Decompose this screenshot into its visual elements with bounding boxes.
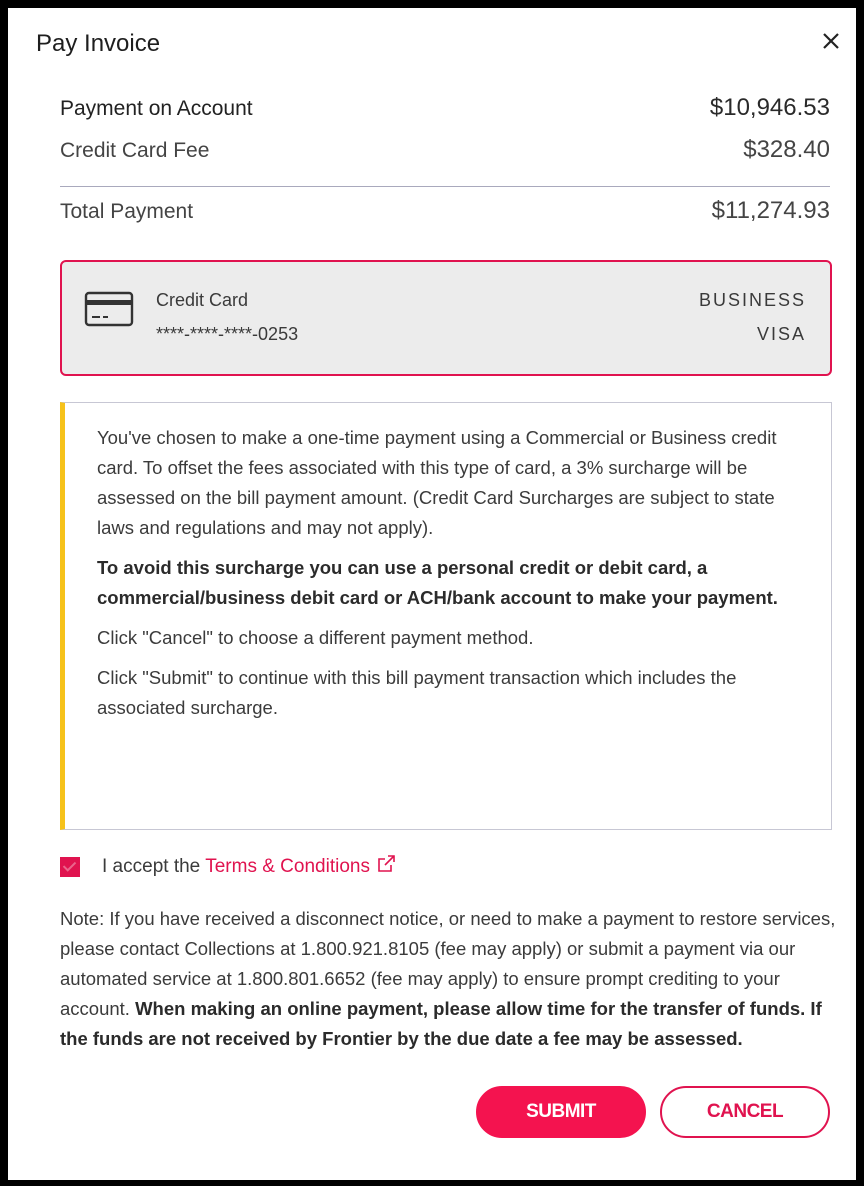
notice-bold-paragraph: To avoid this surcharge you can use a pe… <box>97 557 778 608</box>
total-payment-row: Total Payment $11,274.93 <box>60 197 830 243</box>
payment-on-account-row: Payment on Account $10,946.53 <box>60 94 830 136</box>
notice-paragraph: Click "Cancel" to choose a different pay… <box>97 627 534 648</box>
card-brand-business: BUSINESS <box>698 290 806 310</box>
close-icon[interactable] <box>816 26 846 56</box>
terms-accept-text: I accept the <box>102 856 201 877</box>
pay-invoice-modal: Pay Invoice Payment on Account $10,946.5… <box>8 8 856 1180</box>
card-brand-visa: VISA <box>756 324 806 344</box>
card-type: Credit Card <box>156 290 249 310</box>
external-link-icon <box>376 854 396 880</box>
payment-on-account-value: $10,946.53 <box>709 94 830 121</box>
terms-accept-row: I accept the Terms & Conditions <box>60 854 396 880</box>
total-payment-label: Total Payment <box>60 200 194 223</box>
surcharge-notice: You've chosen to make a one-time payment… <box>60 402 832 830</box>
credit-card-fee-label: Credit Card Fee <box>60 139 210 162</box>
submit-button[interactable]: SUBMIT <box>476 1086 646 1138</box>
modal-title: Pay Invoice <box>36 30 161 57</box>
summary-divider <box>60 186 830 187</box>
notice-paragraph: Click "Submit" to continue with this bil… <box>97 667 737 718</box>
notice-paragraph: You've chosen to make a one-time payment… <box>97 427 777 538</box>
card-number: ****-****-****-0253 <box>156 324 299 344</box>
terms-link[interactable]: Terms & Conditions <box>205 854 396 880</box>
terms-checkbox[interactable] <box>60 857 80 877</box>
selected-payment-method[interactable]: Credit Card ****-****-****-0253 BUSINESS… <box>60 260 832 376</box>
total-payment-value: $11,274.93 <box>711 197 830 224</box>
payment-summary: Payment on Account $10,946.53 Credit Car… <box>60 94 830 243</box>
payment-on-account-label: Payment on Account <box>60 97 253 120</box>
credit-card-icon <box>84 290 136 335</box>
terms-link-text: Terms & Conditions <box>205 856 370 877</box>
cancel-button[interactable]: CANCEL <box>660 1086 830 1138</box>
collections-note: Note: If you have received a disconnect … <box>60 904 838 1054</box>
credit-card-fee-row: Credit Card Fee $328.40 <box>60 136 830 182</box>
note-bold-text: When making an online payment, please al… <box>60 998 822 1049</box>
modal-header: Pay Invoice <box>8 8 856 78</box>
credit-card-fee-value: $328.40 <box>743 136 830 163</box>
